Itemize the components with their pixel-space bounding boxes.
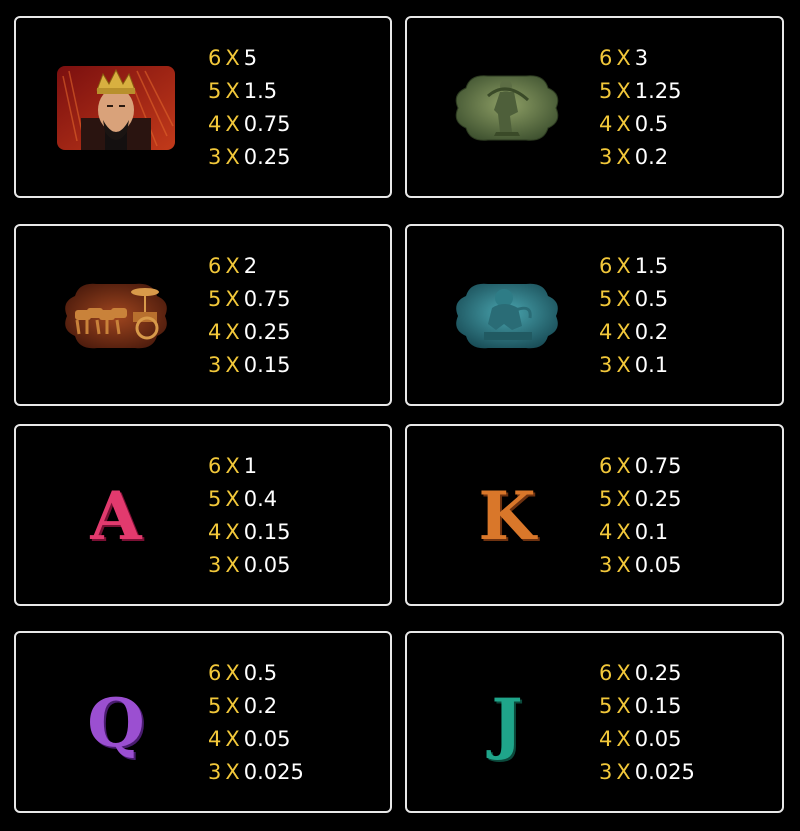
payout-row: 3 X 0.1 [599,353,669,377]
letter-a-glyph: A [90,477,142,555]
paytable-card-beast: 6 X 1.5 5 X 0.5 4 X 0.2 3 X 0.1 [405,224,784,406]
payout-row: 4 X 0.05 [208,727,291,751]
payout-row: 5 X 0.25 [599,487,682,511]
payout-row: 6 X 1.5 [599,254,669,278]
paytable-card-q: Q 6 X 0.5 5 X 0.2 4 X 0.05 3 X 0.025 [14,631,392,813]
payout-list: 6X1 5 X 0.4 4 X 0.15 3 X 0.05 [208,450,291,582]
payout-row: 3 X 0.05 [599,553,682,577]
payout-row: 6 X 0.25 [599,661,682,685]
payout-row: 6X1 [208,454,258,478]
letter-j-icon: J [447,681,567,765]
payout-list: 6X5 5 X 1.5 4 X 0.75 3 X 0.25 [208,42,291,174]
paytable-card-chariot: 6X2 5 X 0.75 4 X 0.25 3 X 0.15 [14,224,392,406]
bronze-chariot-icon [56,274,176,358]
payout-row: 6X3 [599,46,649,70]
payout-row: 4 X 0.15 [208,520,291,544]
payout-row: 3 X 0.025 [208,760,304,784]
payout-row: 6X5 [208,46,258,70]
letter-k-icon: K [447,474,567,558]
letter-q-glyph: Q [87,684,145,762]
archer-warrior-statue-icon [447,66,567,150]
payout-list: 6 X 1.5 5 X 0.5 4 X 0.2 3 X 0.1 [599,250,668,382]
payout-row: 5 X 1.25 [599,79,682,103]
payout-list: 6 X 0.5 5 X 0.2 4 X 0.05 3 X 0.025 [208,657,304,789]
payout-row: 4 X 0.75 [208,112,291,136]
payout-row: 3 X 0.2 [599,145,669,169]
payout-row: 5 X 1.5 [208,79,278,103]
payout-row: 4 X 0.1 [599,520,669,544]
letter-k-glyph: K [478,477,536,555]
payout-row: 4 X 0.5 [599,112,669,136]
payout-row: 3 X 0.25 [208,145,291,169]
payout-list: 6 X 0.25 5 X 0.15 4 X 0.05 3 X 0.025 [599,657,695,789]
paytable-card-archer: 6X3 5 X 1.25 4 X 0.5 3 X 0.2 [405,16,784,198]
payout-row: 5 X 0.5 [599,287,669,311]
paytable-card-j: J 6 X 0.25 5 X 0.15 4 X 0.05 3 X 0.025 [405,631,784,813]
payout-row: 6 X 0.5 [208,661,278,685]
payout-row: 6X2 [208,254,258,278]
paytable-card-emperor: 6X5 5 X 1.5 4 X 0.75 3 X 0.25 [14,16,392,198]
payout-list: 6X2 5 X 0.75 4 X 0.25 3 X 0.15 [208,250,291,382]
payout-row: 6 X 0.75 [599,454,682,478]
payout-row: 5 X 0.2 [208,694,278,718]
payout-row: 4 X 0.2 [599,320,669,344]
paytable-card-k: K 6 X 0.75 5 X 0.25 4 X 0.1 3 X 0.05 [405,424,784,606]
letter-q-icon: Q [56,681,176,765]
paytable-card-a: A 6X1 5 X 0.4 4 X 0.15 3 X 0.05 [14,424,392,606]
payout-row: 5 X 0.4 [208,487,278,511]
payout-row: 3 X 0.025 [599,760,695,784]
letter-a-icon: A [56,474,176,558]
payout-list: 6X3 5 X 1.25 4 X 0.5 3 X 0.2 [599,42,682,174]
payout-list: 6 X 0.75 5 X 0.25 4 X 0.1 3 X 0.05 [599,450,682,582]
jade-beast-statue-icon [447,274,567,358]
emperor-portrait-icon [56,66,176,150]
payout-row: 5 X 0.15 [599,694,682,718]
payout-row: 3 X 0.15 [208,353,291,377]
payout-row: 5 X 0.75 [208,287,291,311]
payout-row: 3 X 0.05 [208,553,291,577]
payout-row: 4 X 0.25 [208,320,291,344]
letter-j-glyph: J [491,684,523,762]
payout-row: 4 X 0.05 [599,727,682,751]
